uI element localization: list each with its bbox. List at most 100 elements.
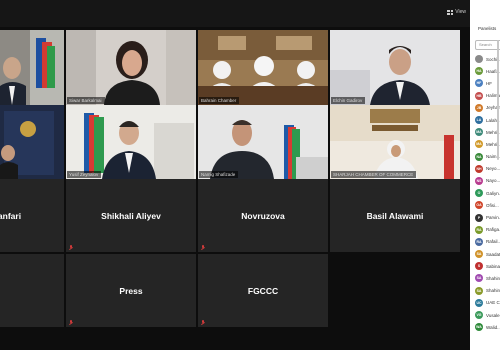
avatar: HA <box>475 67 483 76</box>
top-bar: View <box>0 0 470 27</box>
participant-tile[interactable]: Press <box>66 254 196 327</box>
participant-list-item[interactable]: NH Neyo... <box>475 163 500 175</box>
participant-list-item[interactable]: WA Walid... <box>475 321 500 333</box>
avatar: MA <box>475 140 483 149</box>
video-tile[interactable]: Yusif Zeynalov <box>66 105 196 179</box>
participant-tile[interactable]: FGCCC <box>198 254 328 327</box>
avatar: SA <box>475 274 483 283</box>
name-text: Yusif Zeynalov <box>69 172 99 177</box>
participant-video <box>66 30 196 105</box>
participant-name: Press <box>119 285 143 296</box>
participant-tile[interactable]: Shikhali Aliyev <box>66 179 196 252</box>
participant-list-name: Ofisi... <box>486 202 499 208</box>
participant-video <box>198 30 328 105</box>
avatar: UC <box>475 298 483 307</box>
participant-list-item[interactable]: UCUAE C... <box>475 297 500 309</box>
participant-list-name: Walid... <box>486 324 500 330</box>
grid-view-icon <box>447 9 454 15</box>
video-tile[interactable]: SHARJAH CHAMBER OF COMMERCE <box>330 105 460 179</box>
empty-tile <box>0 254 64 327</box>
avatar: S <box>475 262 483 271</box>
participant-list-item[interactable]: SAShahin... <box>475 285 500 297</box>
participant-video <box>0 30 64 105</box>
participant-list-item[interactable]: OA Ofisi... <box>475 199 500 211</box>
participants-panel: Panelists Search Sochi...HAHaafiz...HFHF… <box>470 0 500 350</box>
avatar: NS <box>475 176 483 185</box>
avatar: MA <box>475 128 483 137</box>
avatar: WA <box>475 323 483 332</box>
mic-muted-icon <box>69 245 73 249</box>
video-tile[interactable]: Siwar Barkalmai <box>66 30 196 105</box>
mic-muted-icon <box>69 320 73 324</box>
avatar: OA <box>475 201 483 210</box>
participant-list-name: HF <box>486 80 492 86</box>
participant-name-label: Bahrain Chamber <box>199 97 240 104</box>
participant-name-label: Yusif Zeynalov <box>67 171 102 178</box>
avatar <box>475 55 483 64</box>
avatar: O <box>475 189 483 198</box>
participant-list-name: Sabina... <box>486 263 500 269</box>
participant-video <box>0 105 64 179</box>
avatar: NH <box>475 164 483 173</box>
avatar: RA <box>475 225 483 234</box>
participant-list-item[interactable]: SAShahin... <box>475 272 500 284</box>
participant-list-item[interactable]: OGaliyn... <box>475 187 500 199</box>
participant-tile[interactable]: Novruzova <box>198 179 328 252</box>
view-button[interactable]: View <box>447 9 466 15</box>
participant-list-item[interactable]: RARafiga... <box>475 224 500 236</box>
participant-tile[interactable]: shanfari <box>0 179 64 252</box>
participant-name: FGCCC <box>247 285 279 296</box>
avatar: SA <box>475 250 483 259</box>
participant-list-item[interactable]: RA Rafail... <box>475 236 500 248</box>
view-button-label: View <box>455 9 466 15</box>
avatar: HB <box>475 91 483 100</box>
participant-name: shanfari <box>0 210 22 221</box>
avatar: SA <box>475 286 483 295</box>
participant-list-item[interactable]: PParvin... <box>475 211 500 223</box>
participant-name-label: SHARJAH CHAMBER OF COMMERCE <box>331 171 417 178</box>
participant-name-label: Siwar Barkalmai <box>67 97 105 104</box>
avatar: VG <box>475 311 483 320</box>
participant-list-item[interactable]: SASaadat... <box>475 248 500 260</box>
video-tile[interactable]: Elchin Gadirov <box>330 30 460 105</box>
name-text: Siwar Barkalmai <box>69 98 102 103</box>
participant-list-name: Shahin... <box>486 275 500 281</box>
participant-name-label: Elchin Gadirov <box>331 97 366 104</box>
participant-list-name: Saadat... <box>486 251 500 257</box>
participant-list-name: Shahin... <box>486 288 500 294</box>
participant-list-name: Parvin... <box>486 215 500 221</box>
video-tile[interactable] <box>0 30 64 105</box>
name-text: SHARJAH CHAMBER OF COMMERCE <box>333 172 414 177</box>
participant-video <box>66 105 196 179</box>
avatar: HF <box>475 79 483 88</box>
avatar: JB <box>475 103 483 112</box>
participant-name-label: Namig Shafizade <box>199 171 239 178</box>
video-grid: Siwar Barkalmai Bahrain Chamber Elchin G… <box>0 27 470 350</box>
participant-list-name: Neyo... <box>486 166 500 172</box>
mic-muted-icon <box>201 320 205 324</box>
video-tile[interactable]: Namig Shafizade <box>198 105 328 179</box>
participant-name: Basil Alawami <box>366 210 424 221</box>
participant-video <box>330 105 460 179</box>
name-text: Elchin Gadirov <box>333 98 363 103</box>
participant-list-item[interactable]: SSabina... <box>475 260 500 272</box>
participant-name: Novruzova <box>241 210 285 221</box>
video-tile[interactable] <box>0 105 64 179</box>
participant-video <box>198 105 328 179</box>
mic-muted-icon <box>201 245 205 249</box>
name-text: Namig Shafizade <box>201 172 236 177</box>
participant-list-name: Rafail... <box>486 239 500 245</box>
name-text: Bahrain Chamber <box>201 98 237 103</box>
participant-name: Shikhali Aliyev <box>101 210 161 221</box>
avatar: LA <box>475 116 483 125</box>
scrollbar[interactable] <box>497 40 499 160</box>
active-speaker-tile[interactable]: Bahrain Chamber <box>198 30 328 105</box>
participant-tile[interactable]: Basil Alawami <box>330 179 460 252</box>
participant-list-item[interactable]: NS Nayo... <box>475 175 500 187</box>
avatar: RA <box>475 237 483 246</box>
participant-list-item[interactable]: VGVusale... <box>475 309 500 321</box>
participant-list-name: Galiyn... <box>486 190 500 196</box>
tab-panelists[interactable]: Panelists <box>478 26 496 31</box>
participant-video <box>330 30 460 105</box>
participant-list-name: Vusale... <box>486 312 500 318</box>
